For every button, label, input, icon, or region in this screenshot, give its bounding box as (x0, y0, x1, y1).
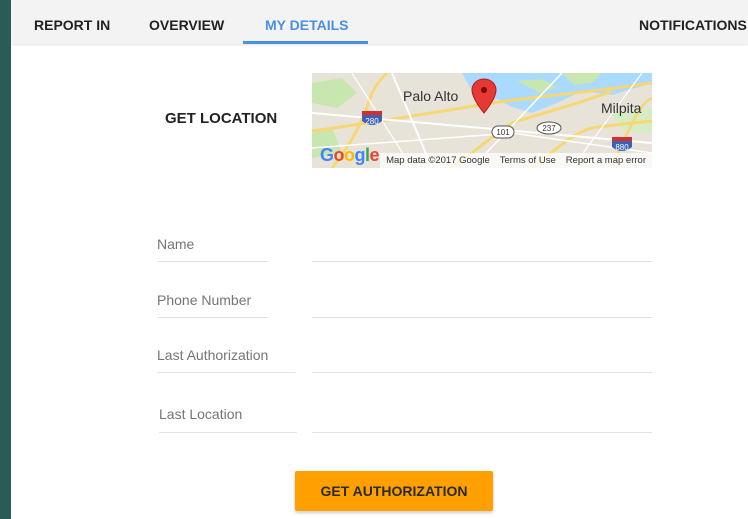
last-authorization-label-divider (157, 372, 295, 373)
highway-shield-101: 101 (491, 125, 515, 139)
tab-notifications[interactable]: NOTIFICATIONS (639, 0, 747, 44)
name-label-divider (157, 261, 268, 262)
active-tab-indicator (243, 41, 368, 44)
map-pin-icon (471, 78, 497, 114)
last-location-input[interactable] (312, 408, 652, 433)
last-location-label-divider (159, 432, 297, 433)
phone-number-label: Phone Number (157, 292, 252, 308)
name-label: Name (157, 236, 195, 252)
tab-report-in[interactable]: REPORT IN (34, 0, 110, 44)
map-attribution: Map data ©2017 Google Terms of Use Repor… (380, 153, 652, 168)
tab-my-details[interactable]: MY DETAILS (265, 0, 349, 44)
svg-text:237: 237 (542, 124, 556, 133)
google-logo[interactable]: Google (320, 145, 380, 166)
name-input[interactable] (312, 237, 652, 262)
highway-shield-237: 237 (536, 121, 562, 135)
terms-of-use-link[interactable]: Terms of Use (500, 153, 556, 168)
location-map[interactable]: 280 101 237 880 Palo Alto Milpita Google… (312, 73, 652, 168)
map-data-text: Map data ©2017 Google (386, 155, 490, 166)
last-location-label: Last Location (159, 406, 243, 422)
last-authorization-label: Last Authorization (157, 347, 269, 363)
phone-label-divider (157, 317, 268, 318)
get-location-label[interactable]: GET LOCATION (165, 110, 277, 127)
highway-shield-280: 280 (362, 111, 382, 126)
report-map-error-link[interactable]: Report a map error (566, 153, 646, 168)
tab-bar: REPORT IN OVERVIEW MY DETAILS NOTIFICATI… (11, 0, 748, 44)
svg-text:880: 880 (615, 143, 629, 152)
details-panel: REPORT IN OVERVIEW MY DETAILS NOTIFICATI… (11, 0, 748, 519)
map-city-milpitas: Milpita (601, 100, 642, 116)
svg-text:101: 101 (496, 128, 510, 137)
map-city-palo-alto: Palo Alto (403, 88, 459, 104)
get-authorization-button[interactable]: GET AUTHORIZATION (295, 471, 493, 511)
tab-overview[interactable]: OVERVIEW (149, 0, 224, 44)
last-authorization-input[interactable] (312, 348, 652, 373)
phone-number-input[interactable] (312, 293, 652, 318)
svg-text:280: 280 (365, 117, 379, 126)
